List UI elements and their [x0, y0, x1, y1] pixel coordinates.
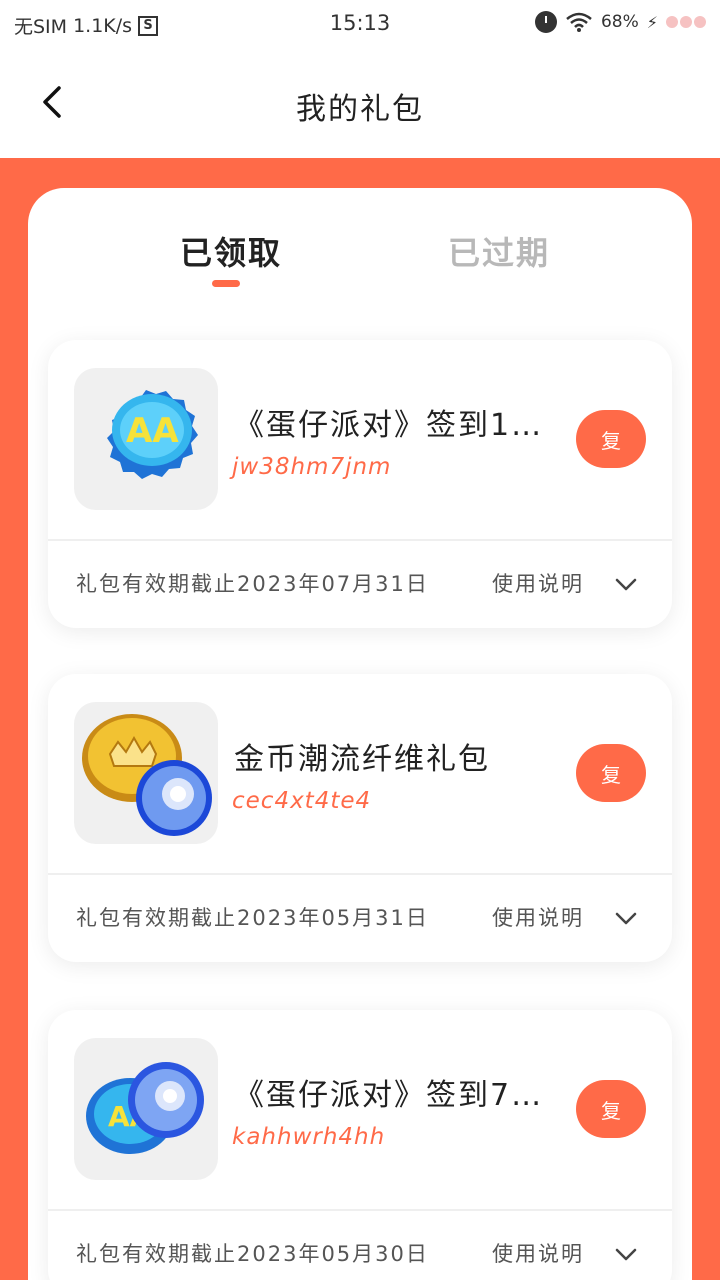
usage-instructions-link[interactable]: 使用说明 [492, 902, 584, 932]
gift-name: 《蛋仔派对》签到7… [234, 1078, 544, 1113]
gift-panel: 已领取 已过期 AA 《蛋仔派对》签到1… jw38hm7jnm 复 礼包有效期… [28, 188, 692, 1280]
usage-instructions-link[interactable]: 使用说明 [492, 1238, 584, 1268]
status-right: 68% ⚡ [534, 11, 706, 33]
tab-indicator [212, 280, 240, 287]
gift-card-top: 金币潮流纤维礼包 cec4xt4te4 复 [48, 674, 672, 874]
gift-card-top: AA 《蛋仔派对》签到7… kahhwrh4hh 复 [48, 1010, 672, 1210]
gift-code[interactable]: kahhwrh4hh [232, 1124, 385, 1150]
battery-percent: 68% [600, 12, 639, 32]
expiry-text: 礼包有效期截止2023年05月30日 [76, 1242, 429, 1266]
gift-card: AA 《蛋仔派对》签到1… jw38hm7jnm 复 礼包有效期截止2023年0… [48, 340, 672, 628]
copy-button[interactable]: 复 [576, 1080, 646, 1138]
copy-button[interactable]: 复 [576, 410, 646, 468]
svg-text:AA: AA [126, 411, 179, 451]
alarm-icon [534, 11, 557, 33]
cap-capsule-icon: AA [74, 1038, 218, 1180]
divider [48, 539, 672, 541]
divider [48, 873, 672, 875]
gift-name: 《蛋仔派对》签到1… [234, 408, 544, 443]
chevron-down-icon[interactable] [614, 1242, 638, 1266]
page-title: 我的礼包 [296, 92, 424, 127]
gift-name: 金币潮流纤维礼包 [234, 742, 490, 777]
chevron-down-icon[interactable] [614, 906, 638, 930]
usage-instructions-link[interactable]: 使用说明 [492, 568, 584, 598]
tab-claimed[interactable]: 已领取 [180, 228, 282, 274]
status-bar: 无SIM 1.1K/s S 15:13 68% ⚡ [0, 0, 720, 48]
gift-code[interactable]: jw38hm7jnm [232, 454, 391, 480]
tab-expired[interactable]: 已过期 [448, 228, 550, 274]
divider [48, 1209, 672, 1211]
gift-card-top: AA 《蛋仔派对》签到1… jw38hm7jnm 复 [48, 340, 672, 540]
gift-card: 金币潮流纤维礼包 cec4xt4te4 复 礼包有效期截止2023年05月31日… [48, 674, 672, 962]
expiry-text: 礼包有效期截止2023年05月31日 [76, 906, 429, 930]
coin-capsule-icon [74, 702, 218, 844]
gift-card: AA 《蛋仔派对》签到7… kahhwrh4hh 复 礼包有效期截止2023年0… [48, 1010, 672, 1280]
decoration-icon [666, 16, 706, 28]
tab-bar: 已领取 已过期 [28, 188, 692, 308]
charging-icon: ⚡ [646, 12, 658, 32]
copy-button[interactable]: 复 [576, 744, 646, 802]
expiry-text: 礼包有效期截止2023年07月31日 [76, 572, 429, 596]
gift-code[interactable]: cec4xt4te4 [232, 788, 371, 814]
wifi-icon [565, 12, 593, 32]
page-header: 我的礼包 [0, 48, 720, 158]
bottle-cap-icon: AA [74, 368, 218, 510]
chevron-down-icon[interactable] [614, 572, 638, 596]
